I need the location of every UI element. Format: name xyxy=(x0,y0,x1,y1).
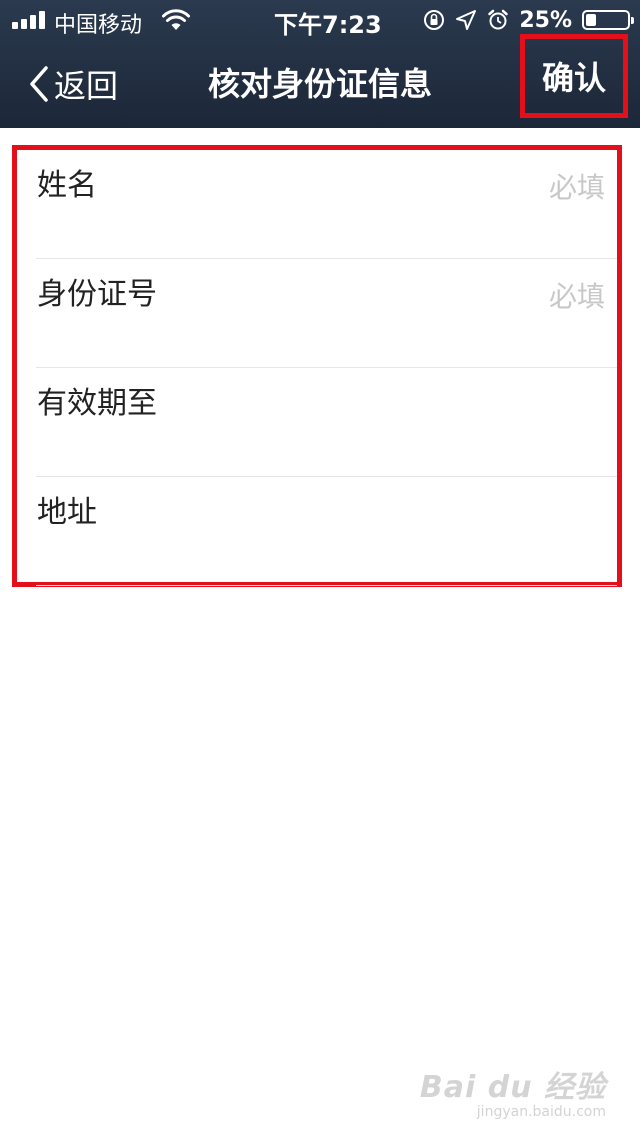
header: 中国移动 下午7:23 25% 返回 核对身份证信息 确认 xyxy=(0,0,640,128)
battery-icon xyxy=(582,10,634,30)
id-info-form: 姓名 必填 身份证号 必填 有效期至 地址 xyxy=(17,150,617,586)
battery-percent: 25% xyxy=(519,7,572,33)
valid-until-field[interactable]: 有效期至 xyxy=(36,368,617,477)
wifi-icon xyxy=(162,9,190,30)
back-button[interactable]: 返回 xyxy=(28,60,118,108)
id-number-placeholder: 必填 xyxy=(548,280,605,313)
name-field[interactable]: 姓名 必填 xyxy=(36,150,617,259)
name-placeholder: 必填 xyxy=(548,171,605,204)
watermark-logo-text: Bai du 经验 xyxy=(419,1070,606,1105)
confirm-label: 确认 xyxy=(541,59,606,97)
id-number-field[interactable]: 身份证号 必填 xyxy=(36,259,617,368)
status-right: 25% xyxy=(423,6,634,34)
nav-bar: 返回 核对身份证信息 确认 xyxy=(0,34,640,128)
confirm-button[interactable]: 确认 xyxy=(520,34,628,118)
location-icon xyxy=(456,10,477,30)
chevron-left-icon xyxy=(30,66,48,102)
watermark-logo: Bai du 经验 jingyan.baidu.com xyxy=(420,1062,606,1120)
address-field[interactable]: 地址 xyxy=(36,477,617,586)
signal-icon xyxy=(12,11,48,29)
orientation-lock-icon xyxy=(424,10,445,30)
battery-fill xyxy=(586,14,596,26)
address-label: 地址 xyxy=(37,495,97,530)
alarm-icon xyxy=(488,9,509,30)
carrier-name: 中国移动 xyxy=(54,13,143,38)
id-number-label: 身份证号 xyxy=(37,277,157,312)
screen: 中国移动 下午7:23 25% 返回 核对身份证信息 确认 姓名 必填 身份证号… xyxy=(0,0,640,1136)
clock-time: 下午7:23 xyxy=(274,11,382,39)
valid-until-label: 有效期至 xyxy=(37,386,157,421)
watermark-url: jingyan.baidu.com xyxy=(476,1104,606,1120)
battery-tip xyxy=(631,17,634,24)
name-label: 姓名 xyxy=(37,168,97,203)
back-label: 返回 xyxy=(54,67,119,105)
